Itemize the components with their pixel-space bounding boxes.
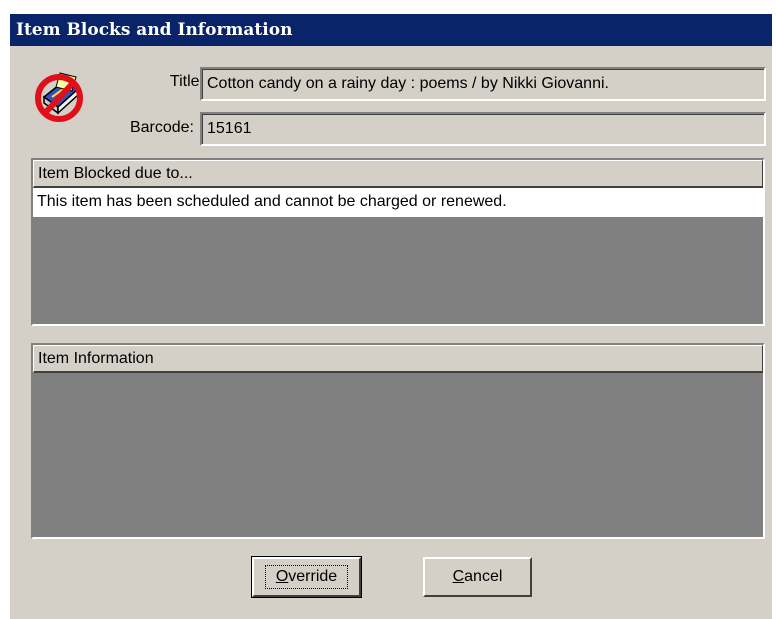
override-button[interactable]: Override: [251, 556, 362, 598]
cancel-button-label: Cancel: [453, 568, 503, 585]
barcode-field: 15161: [200, 112, 766, 146]
cancel-mnemonic: C: [452, 568, 465, 585]
override-button-label: Override: [264, 565, 349, 589]
item-blocks-dialog: Item Blocks and Information Title: Cotto…: [10, 14, 772, 619]
item-information-list[interactable]: Item Information: [31, 343, 765, 539]
override-label-rest: verride: [288, 568, 338, 585]
title-field: Cotton candy on a rainy day : poems / by…: [200, 67, 766, 101]
item-blocks-header[interactable]: Item Blocked due to...: [33, 160, 763, 188]
dialog-title: Item Blocks and Information: [10, 14, 772, 46]
list-item[interactable]: This item has been scheduled and cannot …: [33, 188, 763, 217]
cancel-button[interactable]: Cancel: [423, 557, 532, 597]
title-label: Title:: [169, 73, 204, 90]
cancel-label-rest: ancel: [464, 568, 503, 585]
barcode-label: Barcode:: [129, 119, 194, 136]
blocked-book-icon: [30, 67, 88, 125]
item-information-header[interactable]: Item Information: [33, 345, 763, 373]
override-mnemonic: O: [275, 568, 289, 585]
item-blocks-list[interactable]: Item Blocked due to... This item has bee…: [31, 158, 765, 326]
